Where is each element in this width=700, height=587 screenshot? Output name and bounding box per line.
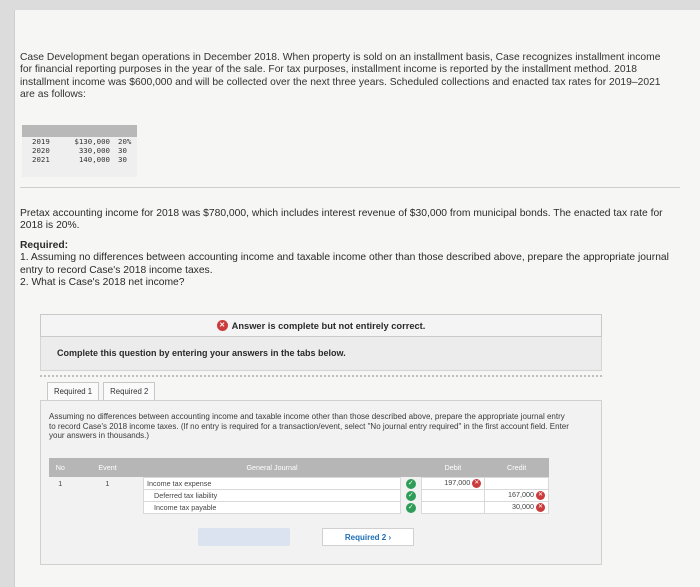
required-section: Required: 1. Assuming no differences bet… <box>20 240 670 290</box>
tab-bar: Required 1 Required 2 <box>47 382 159 402</box>
error-icon: ✕ <box>536 490 545 500</box>
tab-strip-divider <box>40 371 602 377</box>
journal-header-row: No Event General Journal Debit Credit <box>49 458 549 477</box>
rates-row: 2020 330,000 30 <box>32 146 127 155</box>
table-row: Deferred tax liability ✓ 167,000 ✕ <box>49 488 549 502</box>
rates-row: 2019 $130,000 20% <box>32 137 132 146</box>
header-debit: Debit <box>421 458 485 477</box>
header-no: No <box>49 458 72 477</box>
error-icon: ✕ <box>472 478 482 488</box>
pretax-paragraph: Pretax accounting income for 2018 was $7… <box>20 208 663 232</box>
header-general-journal: General Journal <box>143 458 401 477</box>
next-tab-button[interactable]: Required 2 › <box>322 528 414 546</box>
debit-input[interactable] <box>420 488 486 502</box>
tab-required-1[interactable]: Required 1 <box>47 382 100 402</box>
check-icon: ✓ <box>405 502 416 513</box>
header-credit: Credit <box>484 458 549 477</box>
required-item-2: 2. What is Case's 2018 net income? <box>20 277 185 289</box>
rates-row: 2021 140,000 30 <box>32 155 127 164</box>
header-status <box>400 458 422 477</box>
tab-required-2[interactable]: Required 2 <box>103 382 156 402</box>
check-icon: ✓ <box>405 478 416 489</box>
check-icon: ✓ <box>405 490 416 501</box>
account-select[interactable]: Income tax expense <box>143 476 401 490</box>
prev-tab-button[interactable] <box>198 528 290 546</box>
error-icon: ✕ <box>216 320 228 331</box>
rates-table-header <box>22 125 137 137</box>
account-select[interactable]: Deferred tax liability <box>143 488 401 502</box>
answer-status-bar: ✕ Answer is complete but not entirely co… <box>40 314 602 337</box>
credit-input[interactable]: 167,000 ✕ <box>484 488 549 502</box>
required-title: Required: <box>20 240 69 251</box>
account-select[interactable]: Income tax payable <box>143 500 401 514</box>
answer-status-text: Answer is complete but not entirely corr… <box>231 320 426 331</box>
error-icon: ✕ <box>536 502 545 512</box>
table-row: 1 1 Income tax expense ✓ 197,000 ✕ <box>49 476 549 490</box>
section-divider <box>20 187 680 188</box>
required-item-1: 1. Assuming no differences between accou… <box>20 252 669 276</box>
journal-table: No Event General Journal Debit Credit 1 … <box>49 458 549 514</box>
problem-intro: Case Development began operations in Dec… <box>20 52 661 101</box>
entry-no: 1 <box>58 478 63 488</box>
credit-input[interactable]: 30,000 ✕ <box>484 500 549 514</box>
rates-table: 2019 $130,000 20% 2020 330,000 30 2021 1… <box>22 125 137 177</box>
complete-instruction: Complete this question by entering your … <box>40 337 602 371</box>
journal-instructions: Assuming no differences between accounti… <box>49 412 569 440</box>
debit-input[interactable]: 197,000 ✕ <box>420 476 486 490</box>
table-row: Income tax payable ✓ 30,000 ✕ <box>49 500 549 514</box>
credit-input[interactable] <box>484 476 549 490</box>
entry-event: 1 <box>105 478 110 488</box>
header-event: Event <box>71 458 144 477</box>
debit-input[interactable] <box>420 500 486 514</box>
